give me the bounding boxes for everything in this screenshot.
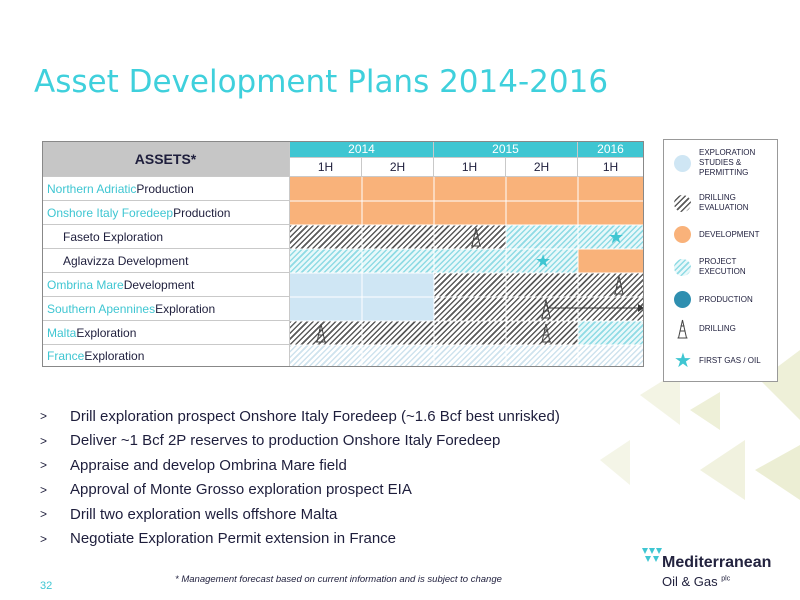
logo-text: Mediterranean (662, 554, 772, 571)
development-swatch (674, 226, 691, 243)
bullet-item: > Drill exploration prospect Onshore Ital… (40, 407, 560, 425)
legend-item: ★ First gas / oil (674, 350, 761, 372)
drilling-rig-icon (471, 227, 481, 247)
asset-gantt-table: ASSETS* 2014 2015 2016 1H 2H 1H 2H 1H No… (42, 141, 644, 367)
bullet-item: > Deliver ~1 Bcf 2P reserves to productio… (40, 432, 501, 450)
bullet-item: > Negotiate Exploration Permit extension … (40, 530, 397, 548)
production-swatch (674, 291, 691, 308)
page-number: 32 (40, 580, 53, 592)
page-title: Asset Development Plans 2014-2016 (34, 64, 609, 100)
legend-panel: Exploration studies & permitting Drillin… (663, 139, 778, 382)
bullet-item: > Drill two exploration wells offshore Ma… (40, 505, 338, 523)
company-logo: Mediterranean Oil & Gas plc (640, 544, 780, 594)
project-execution-swatch (674, 258, 691, 276)
logo-subtext: Oil & Gas plc (662, 574, 731, 589)
bullet-list: > Drill exploration prospect Onshore Ital… (40, 404, 560, 551)
footnote: * Management forecast based on current i… (175, 574, 502, 585)
drilling-rig-icon (541, 323, 551, 343)
drilling-rig-icon (677, 319, 688, 339)
drilling-rig-icon (614, 275, 624, 295)
drilling-evaluation-swatch (674, 194, 691, 212)
exploration-swatch (674, 154, 691, 172)
logo-mark-icon (642, 548, 662, 562)
first-gas-star-icon: ★ (608, 227, 625, 247)
first-gas-star-icon: ★ (535, 251, 552, 271)
timeline-gridlines (290, 177, 644, 367)
legend-item: Project execution (674, 257, 749, 277)
legend-item: Drilling (674, 319, 736, 339)
legend-item: Drilling evaluation (674, 193, 759, 213)
legend-item: Development (674, 226, 759, 243)
drilling-rig-icon (316, 323, 326, 343)
bullet-item: > Approval of Monte Grosso exploration pr… (40, 481, 412, 499)
drilling-rig-icon (541, 299, 551, 319)
legend-item: Exploration studies & permitting (674, 148, 769, 178)
star-icon: ★ (674, 350, 692, 372)
bullet-item: > Appraise and develop Ombrina Mare field (40, 456, 347, 474)
legend-item: Production (674, 291, 753, 308)
